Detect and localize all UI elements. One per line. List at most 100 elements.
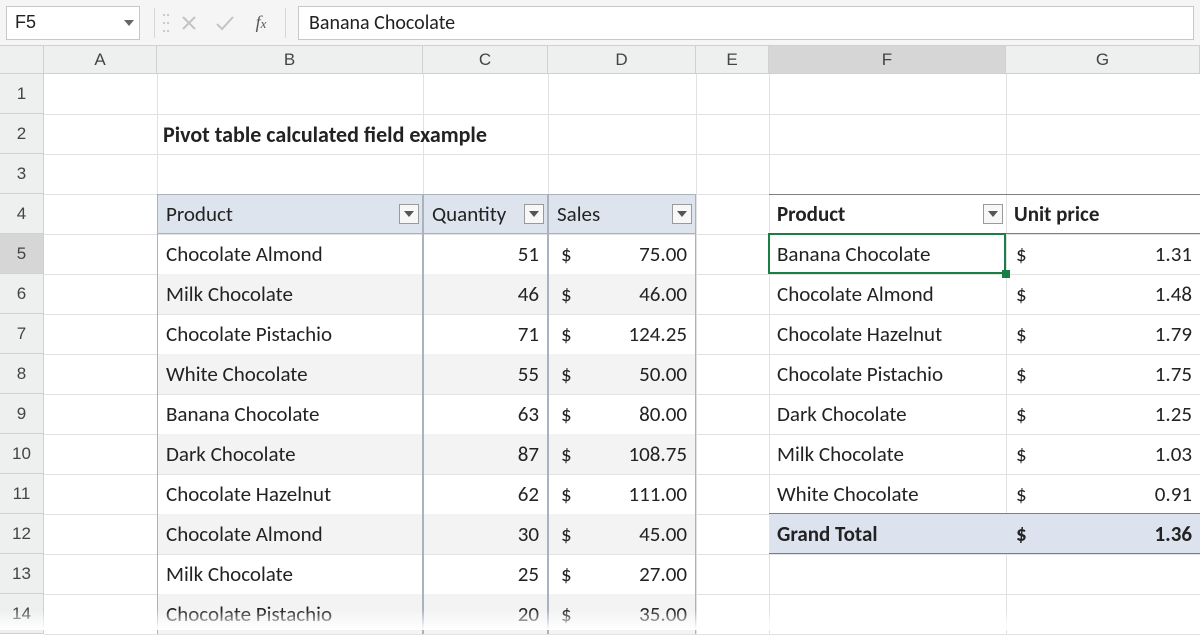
fx-icon: fx (256, 12, 267, 33)
t1-header-quantity-label: Quantity (432, 201, 506, 227)
separator (285, 8, 286, 38)
table-row[interactable]: Chocolate Pistachio (157, 314, 423, 354)
separator (154, 8, 155, 38)
t1-header-sales[interactable]: Sales (548, 194, 696, 234)
pivot-row[interactable]: Chocolate Pistachio (769, 354, 1006, 394)
table-row[interactable]: $124.25 (548, 314, 696, 354)
col-header-B[interactable]: B (157, 46, 423, 73)
row-header-12[interactable]: 12 (0, 514, 44, 554)
row-header-13[interactable]: 13 (0, 554, 44, 594)
table-row[interactable]: 55 (423, 354, 548, 394)
table-row[interactable]: $75.00 (548, 234, 696, 274)
pivot-row[interactable]: $0.91 (1006, 474, 1200, 514)
pivot-row[interactable]: $1.48 (1006, 274, 1200, 314)
table-row[interactable]: 20 (423, 594, 548, 634)
row-header-10[interactable]: 10 (0, 434, 44, 474)
table-row[interactable]: 51 (423, 234, 548, 274)
page-title: Pivot table calculated field example (157, 114, 696, 154)
select-all-corner[interactable] (0, 46, 44, 74)
filter-dropdown[interactable] (524, 204, 544, 224)
name-box[interactable]: F5 (6, 6, 140, 40)
pivot-row[interactable]: White Chocolate (769, 474, 1006, 514)
fill-handle[interactable] (1002, 270, 1010, 278)
table-row[interactable]: 25 (423, 554, 548, 594)
chevron-down-icon (677, 211, 687, 217)
row-header-1[interactable]: 1 (0, 74, 44, 114)
table-row[interactable]: $46.00 (548, 274, 696, 314)
row-header-5[interactable]: 5 (0, 234, 44, 274)
col-header-G[interactable]: G (1006, 46, 1200, 73)
table-row[interactable]: $111.00 (548, 474, 696, 514)
table-row[interactable]: $50.00 (548, 354, 696, 394)
pivot-row[interactable]: $1.25 (1006, 394, 1200, 434)
table-row[interactable]: $27.00 (548, 554, 696, 594)
worksheet[interactable]: A B C D E F G 1 2 3 4 5 6 7 8 9 10 11 12… (0, 46, 1200, 630)
table-row[interactable]: 87 (423, 434, 548, 474)
pivot-row[interactable]: $1.31 (1006, 234, 1200, 274)
row-header-14[interactable]: 14 (0, 594, 44, 634)
filter-dropdown[interactable] (983, 204, 1003, 224)
table-row[interactable]: Chocolate Almond (157, 234, 423, 274)
pivot-row[interactable]: Dark Chocolate (769, 394, 1006, 434)
t1-header-product-label: Product (166, 201, 233, 227)
formula-input[interactable]: Banana Chocolate (298, 6, 1194, 40)
t1-header-sales-label: Sales (557, 201, 600, 227)
filter-dropdown[interactable] (672, 204, 692, 224)
table-row[interactable]: $45.00 (548, 514, 696, 554)
pivot-row[interactable]: Banana Chocolate (769, 234, 1006, 274)
pivot-header-product[interactable]: Product (769, 194, 1006, 234)
col-header-D[interactable]: D (548, 46, 696, 73)
chevron-down-icon (124, 20, 134, 26)
formula-bar: F5 fx Banana Chocolate (0, 0, 1200, 46)
table-row[interactable]: 46 (423, 274, 548, 314)
t1-header-product[interactable]: Product (157, 194, 423, 234)
table-row[interactable]: Milk Chocolate (157, 554, 423, 594)
pivot-grand-total-label[interactable]: Grand Total (769, 514, 1006, 554)
table-row[interactable]: Dark Chocolate (157, 434, 423, 474)
col-header-C[interactable]: C (423, 46, 548, 73)
table-row[interactable]: Milk Chocolate (157, 274, 423, 314)
table-row[interactable]: Chocolate Almond (157, 514, 423, 554)
enter-button[interactable] (207, 6, 243, 40)
col-header-A[interactable]: A (44, 46, 157, 73)
row-header-8[interactable]: 8 (0, 354, 44, 394)
pivot-grand-total-value[interactable]: $1.36 (1006, 514, 1200, 554)
pivot-row[interactable]: Chocolate Hazelnut (769, 314, 1006, 354)
t1-header-quantity[interactable]: Quantity (423, 194, 548, 234)
table-row[interactable]: Banana Chocolate (157, 394, 423, 434)
filter-dropdown[interactable] (399, 204, 419, 224)
formula-value: Banana Chocolate (309, 11, 455, 35)
col-header-E[interactable]: E (696, 46, 769, 73)
table-row[interactable]: White Chocolate (157, 354, 423, 394)
table-row[interactable]: 63 (423, 394, 548, 434)
pivot-header-unit: Unit price (1006, 194, 1200, 234)
table-row[interactable]: 62 (423, 474, 548, 514)
name-box-value[interactable]: F5 (7, 10, 117, 35)
name-box-dropdown[interactable] (117, 7, 139, 39)
pivot-row[interactable]: Milk Chocolate (769, 434, 1006, 474)
row-header-3[interactable]: 3 (0, 154, 44, 194)
row-header-9[interactable]: 9 (0, 394, 44, 434)
pivot-header-unit-label: Unit price (1014, 201, 1099, 227)
pivot-row[interactable]: $1.79 (1006, 314, 1200, 354)
chevron-down-icon (988, 211, 998, 217)
cancel-button[interactable] (171, 6, 207, 40)
table-row[interactable]: $80.00 (548, 394, 696, 434)
pivot-row[interactable]: $1.03 (1006, 434, 1200, 474)
table-row[interactable]: 71 (423, 314, 548, 354)
table-row[interactable]: $108.75 (548, 434, 696, 474)
row-header-4[interactable]: 4 (0, 194, 44, 234)
row-header-7[interactable]: 7 (0, 314, 44, 354)
row-header-11[interactable]: 11 (0, 474, 44, 514)
row-header-2[interactable]: 2 (0, 114, 44, 154)
table-row[interactable]: $35.00 (548, 594, 696, 634)
pivot-row[interactable]: Chocolate Almond (769, 274, 1006, 314)
table-row[interactable]: Chocolate Pistachio (157, 594, 423, 634)
insert-function-button[interactable]: fx (243, 6, 279, 40)
row-header-6[interactable]: 6 (0, 274, 44, 314)
table-row[interactable]: Chocolate Hazelnut (157, 474, 423, 514)
col-header-F[interactable]: F (769, 46, 1006, 73)
check-icon (215, 15, 235, 31)
table-row[interactable]: 30 (423, 514, 548, 554)
pivot-row[interactable]: $1.75 (1006, 354, 1200, 394)
